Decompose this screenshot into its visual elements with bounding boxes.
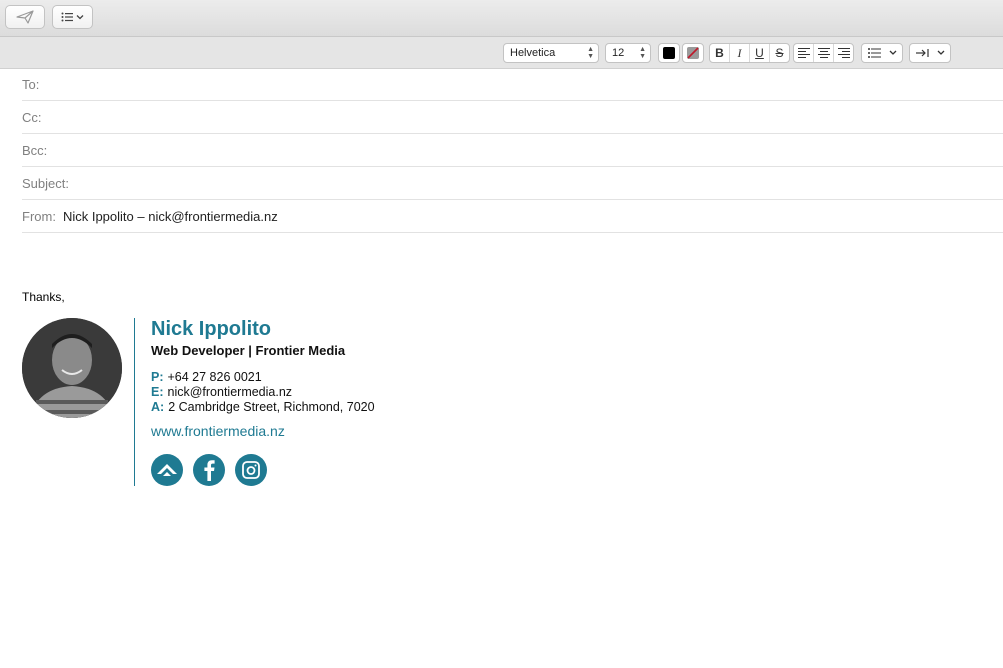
bold-label: B [715,46,724,60]
from-label: From: [22,208,56,224]
bcc-label: Bcc: [22,142,48,158]
text-style-buttons: B I U S [709,43,790,63]
cc-field[interactable]: Cc: [22,101,1003,134]
signature-name: Nick Ippolito [151,318,271,340]
list-menu-icon [61,12,83,22]
send-button[interactable] [5,5,45,29]
profile-photo [22,318,122,418]
window-toolbar [0,0,1003,37]
underline-button[interactable]: U [750,44,770,62]
header-fields-menu-button[interactable] [52,5,93,29]
font-size-value: 12 [612,47,625,59]
facebook-icon [204,460,215,481]
color-swatch [663,47,675,59]
font-size-select[interactable]: 12 ▲ ▼ [605,43,651,63]
strikethrough-label: S [775,46,784,60]
align-center-button[interactable] [814,44,834,62]
avatar [22,318,122,418]
to-label: To: [22,76,40,92]
indent-icon [916,49,929,57]
italic-button[interactable]: I [730,44,750,62]
align-right-button[interactable] [834,44,853,62]
format-bar: Helvetica ▲ ▼ 12 ▲ ▼ B I U S [0,37,1003,69]
bcc-field[interactable]: Bcc: [22,134,1003,167]
align-right-icon [837,48,850,58]
email-label: E: [151,385,164,399]
no-color-icon [687,47,699,59]
italic-label: I [737,45,742,60]
align-left-icon [797,48,810,58]
align-left-button[interactable] [794,44,814,62]
alignment-buttons [793,43,854,63]
facebook-link[interactable] [193,454,225,486]
align-center-icon [817,48,830,58]
font-family-select[interactable]: Helvetica ▲ ▼ [503,43,599,63]
frontier-logo-link[interactable] [151,454,183,486]
text-color-button[interactable] [658,43,680,63]
subject-field[interactable]: Subject: [22,167,1003,200]
address-value: 2 Cambridge Street, Richmond, 7020 [168,400,375,414]
signature-address: A: 2 Cambridge Street, Richmond, 7020 [151,400,375,414]
body-greeting[interactable]: Thanks, [22,290,65,304]
signature-email: E: nick@frontiermedia.nz [151,385,292,399]
address-label: A: [151,400,165,414]
strikethrough-button[interactable]: S [770,44,789,62]
indent-select[interactable] [909,43,951,63]
instagram-link[interactable] [235,454,267,486]
chevron-down-icon [937,50,945,55]
cc-label: Cc: [22,109,42,125]
email-value[interactable]: nick@frontiermedia.nz [168,385,293,399]
phone-label: P: [151,370,164,384]
subject-label: Subject: [22,175,69,191]
font-family-value: Helvetica [510,47,556,59]
chevron-down-icon [889,50,897,55]
from-field[interactable]: From: Nick Ippolito – nick@frontiermedia… [22,200,1003,233]
to-field[interactable]: To: [22,68,1003,101]
signature-divider [134,318,135,486]
from-select[interactable]: Nick Ippolito – nick@frontiermedia.nz [63,209,278,224]
underline-label: U [755,46,764,60]
updown-arrows-icon: ▲ ▼ [639,46,646,60]
updown-arrows-icon: ▲ ▼ [587,46,594,60]
signature-website-link[interactable]: www.frontiermedia.nz [151,423,285,439]
phone-value: +64 27 826 0021 [167,370,262,384]
background-color-button[interactable] [682,43,704,63]
paper-plane-icon [16,10,34,24]
signature-title: Web Developer | Frontier Media [151,343,346,358]
bold-button[interactable]: B [710,44,730,62]
bullet-list-icon [868,48,881,58]
instagram-icon [242,461,260,479]
list-style-select[interactable] [861,43,903,63]
signature-phone: P: +64 27 826 0021 [151,370,262,384]
frontier-logo-icon [157,464,177,476]
